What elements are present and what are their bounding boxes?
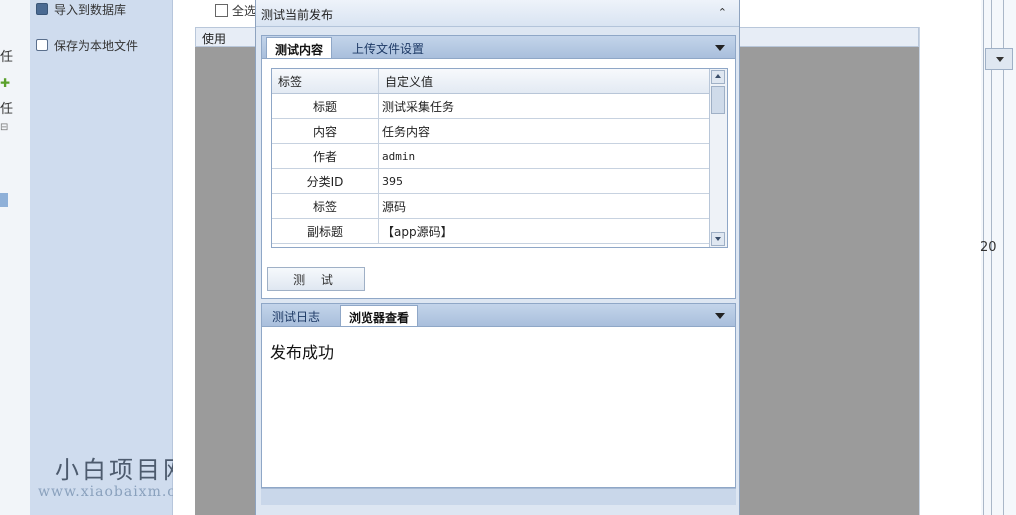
tab-test-log[interactable]: 测试日志 <box>264 305 328 327</box>
row-value[interactable]: admin <box>379 144 708 168</box>
row-label: 标题 <box>272 94 379 118</box>
selection-marker <box>0 193 8 207</box>
row-label: 副标题 <box>272 219 379 243</box>
frame-border <box>1003 0 1004 515</box>
row-label: 内容 <box>272 119 379 143</box>
content-tabbar: 测试内容 上传文件设置 <box>261 35 736 60</box>
tree-collapse-icon[interactable]: ⊟ <box>0 122 8 133</box>
test-publish-dialog: 测试当前发布 ⌃ 测试内容 上传文件设置 标签 自定义值 标题 测试采集任务 内… <box>255 0 740 515</box>
tab-test-content[interactable]: 测试内容 <box>266 37 333 60</box>
row-label: 标签 <box>272 194 379 218</box>
scroll-thumb[interactable] <box>711 86 725 114</box>
frame-border <box>983 0 984 515</box>
pin-icon[interactable]: ⌃ <box>718 6 727 19</box>
table-row[interactable]: 作者 admin <box>272 144 727 169</box>
row-label: 分类ID <box>272 169 379 193</box>
grid-scrollbar[interactable] <box>709 69 727 247</box>
row-value[interactable]: 任务内容 <box>379 119 708 143</box>
frame-border <box>991 0 992 515</box>
table-body-empty-right <box>740 47 919 515</box>
tab-upload-file-settings[interactable]: 上传文件设置 <box>344 37 432 59</box>
log-tabbar: 测试日志 浏览器查看 <box>261 303 736 328</box>
value-column-header[interactable]: 自定义值 <box>379 69 708 93</box>
row-value[interactable]: 395 <box>379 169 708 193</box>
truncated-task-label: 任 <box>0 50 14 65</box>
select-all-label: 全选 <box>232 4 257 18</box>
table-row[interactable]: 内容 任务内容 <box>272 119 727 144</box>
scroll-up-icon[interactable] <box>711 70 725 84</box>
tab-browser-view[interactable]: 浏览器查看 <box>340 305 419 328</box>
truncated-task-label: 任 <box>0 102 14 117</box>
dialog-title: 测试当前发布 <box>261 8 334 22</box>
import-database-label: 导入到数据库 <box>54 2 127 17</box>
row-value[interactable]: 源码 <box>379 194 708 218</box>
chevron-down-icon[interactable] <box>715 45 725 51</box>
use-column-header[interactable]: 使用 <box>202 30 226 47</box>
grid-header: 标签 自定义值 <box>272 69 727 94</box>
chevron-down-icon[interactable] <box>715 313 725 319</box>
import-database-item[interactable]: 导入到数据库 <box>36 0 126 18</box>
table-body-empty <box>195 47 255 515</box>
test-button[interactable]: 测 试 <box>267 267 365 291</box>
table-row[interactable]: 副标题 【app源码】 <box>272 219 727 244</box>
file-save-icon <box>36 39 48 51</box>
right-frame: 20 <box>980 0 1016 515</box>
left-action-panel: 导入到数据库 保存为本地文件 <box>30 0 173 515</box>
table-row[interactable]: 标题 测试采集任务 <box>272 94 727 119</box>
table-row[interactable]: 分类ID 395 <box>272 169 727 194</box>
number-readout: 20 <box>980 240 997 255</box>
dialog-bottom-strip <box>261 488 736 505</box>
save-local-file-item[interactable]: 保存为本地文件 <box>36 36 138 54</box>
row-label: 作者 <box>272 144 379 168</box>
publish-result-text: 发布成功 <box>270 343 335 362</box>
browser-view-panel: 发布成功 <box>261 326 736 488</box>
left-edge-strip: 任 ✚ 任 ⊟ <box>0 0 31 515</box>
field-grid: 标签 自定义值 标题 测试采集任务 内容 任务内容 作者 admin 分类ID … <box>271 68 728 248</box>
row-value[interactable]: 测试采集任务 <box>379 94 708 118</box>
right-pane <box>919 27 982 515</box>
save-local-file-label: 保存为本地文件 <box>54 38 139 53</box>
watermark-brand: 小白项目网 <box>55 456 190 484</box>
test-content-panel: 标签 自定义值 标题 测试采集任务 内容 任务内容 作者 admin 分类ID … <box>261 58 736 299</box>
table-row[interactable]: 标签 源码 <box>272 194 727 219</box>
select-all-checkbox-row[interactable]: 全选 <box>215 2 256 19</box>
select-all-checkbox[interactable] <box>215 4 228 17</box>
database-icon <box>36 3 48 15</box>
scroll-down-icon[interactable] <box>711 232 725 246</box>
dialog-titlebar[interactable]: 测试当前发布 ⌃ <box>256 0 739 27</box>
label-column-header[interactable]: 标签 <box>272 69 379 93</box>
add-icon[interactable]: ✚ <box>0 76 10 90</box>
row-value[interactable]: 【app源码】 <box>379 219 708 243</box>
dropdown-button[interactable] <box>985 48 1013 70</box>
